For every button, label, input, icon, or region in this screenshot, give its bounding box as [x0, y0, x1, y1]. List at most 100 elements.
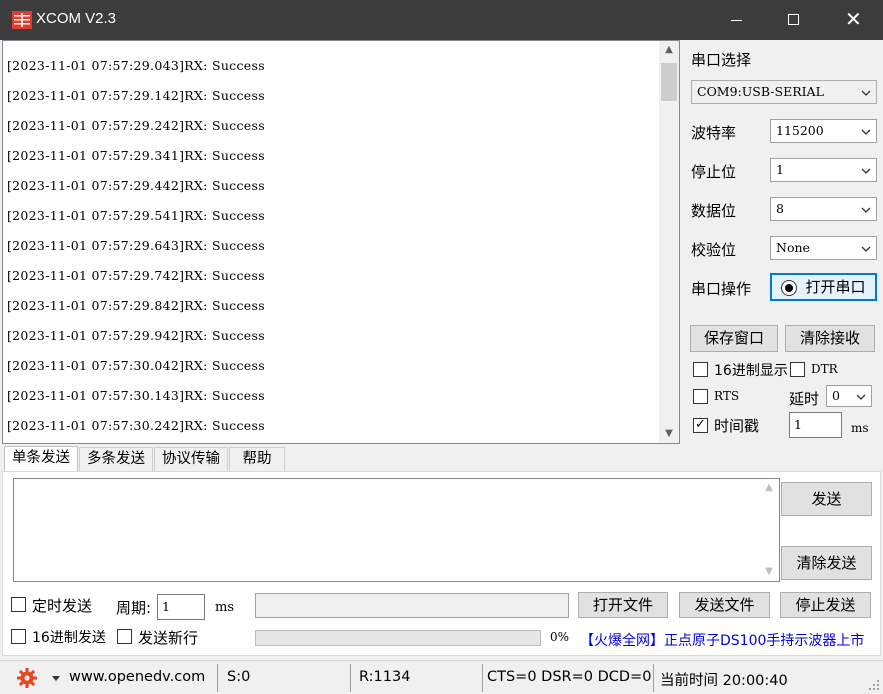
send-textarea[interactable]: [13, 478, 780, 582]
open-port-button[interactable]: 打开串口: [770, 273, 877, 301]
hex-display-checkbox[interactable]: [693, 362, 708, 377]
resize-grip-icon[interactable]: [868, 679, 880, 691]
timestamp-unit-label: ms: [851, 421, 869, 435]
port-op-label: 串口操作: [691, 280, 752, 298]
rx-line: [2023-11-01 07:57:29.842]RX: Success: [7, 298, 265, 313]
chevron-down-icon: [856, 394, 866, 400]
period-unit-label: ms: [215, 600, 234, 615]
hex-send-label: 16进制发送: [32, 630, 106, 646]
window-title: XCOM V2.3: [36, 10, 117, 27]
chevron-down-icon: [861, 129, 871, 135]
delay-select[interactable]: 0: [826, 385, 872, 407]
rx-line: [2023-11-01 07:57:29.942]RX: Success: [7, 328, 265, 343]
timestamp-interval-input[interactable]: 1: [789, 412, 842, 438]
scroll-up-icon[interactable]: ▲: [659, 41, 679, 59]
gear-icon[interactable]: [17, 668, 37, 688]
scroll-down-icon[interactable]: ▼: [659, 425, 679, 443]
chevron-down-icon: [861, 246, 871, 252]
close-button[interactable]: ✕: [828, 0, 876, 40]
send-newline-label: 发送新行: [138, 629, 199, 647]
rx-line: [2023-11-01 07:57:29.442]RX: Success: [7, 178, 265, 193]
rx-line: [2023-11-01 07:57:29.142]RX: Success: [7, 88, 265, 103]
period-label: 周期:: [116, 599, 152, 617]
minimize-icon: [731, 20, 742, 21]
save-window-button[interactable]: 保存窗口: [690, 325, 778, 352]
period-input[interactable]: 1: [157, 594, 205, 620]
rx-line: [2023-11-01 07:57:29.341]RX: Success: [7, 148, 265, 163]
rx-line: [2023-11-01 07:57:30.042]RX: Success: [7, 358, 265, 373]
status-divider: [653, 664, 654, 692]
port-status-radio-icon: [781, 279, 798, 296]
promo-link[interactable]: 【火爆全网】正点原子DS100手持示波器上市: [580, 630, 864, 650]
rx-line: [2023-11-01 07:57:29.643]RX: Success: [7, 238, 265, 253]
tab-help[interactable]: 帮助: [229, 447, 285, 471]
delay-value: 0: [832, 388, 840, 403]
scroll-down-icon[interactable]: ▼: [759, 563, 779, 581]
baud-select[interactable]: 115200: [770, 119, 877, 143]
dtr-checkbox[interactable]: [790, 362, 805, 377]
timestamp-label: 时间戳: [714, 417, 760, 435]
tab-protocol[interactable]: 协议传输: [154, 447, 228, 471]
data-bits-value: 8: [776, 201, 784, 216]
current-time: 当前时间 20:00:40: [660, 673, 788, 689]
rx-line: [2023-11-01 07:57:29.242]RX: Success: [7, 118, 265, 133]
minimize-button[interactable]: [713, 0, 761, 40]
delay-label: 延时: [789, 390, 820, 408]
tab-single-send[interactable]: 单条发送: [4, 446, 78, 472]
sent-count: S:0: [227, 669, 251, 685]
scroll-up-icon[interactable]: ▲: [759, 479, 779, 497]
hex-send-checkbox[interactable]: [11, 629, 26, 644]
parity-value: None: [776, 240, 810, 255]
rx-line: [2023-11-01 07:57:29.541]RX: Success: [7, 208, 265, 223]
stop-bits-label: 停止位: [691, 163, 737, 181]
maximize-button[interactable]: [769, 0, 817, 40]
receive-textarea[interactable]: [2023-11-01 07:57:29.043]RX: Success [20…: [2, 40, 680, 444]
modem-signals: CTS=0 DSR=0 DCD=0: [487, 669, 652, 685]
rts-label: RTS: [714, 389, 740, 403]
send-scrollbar[interactable]: ▲ ▼: [759, 479, 779, 581]
tab-multi-send[interactable]: 多条发送: [79, 447, 153, 471]
send-panel: ▲ ▼: [2, 471, 881, 656]
timed-send-label: 定时发送: [32, 597, 93, 615]
progress-percent: 0%: [550, 630, 570, 644]
hex-display-label: 16进制显示: [714, 363, 788, 379]
rts-checkbox[interactable]: [693, 389, 708, 404]
send-newline-checkbox[interactable]: [117, 629, 132, 644]
open-port-label: 打开串口: [805, 278, 866, 296]
close-icon: ✕: [845, 7, 862, 31]
port-select-value: COM9:USB-SERIAL: [697, 84, 824, 99]
received-count[interactable]: R:1134: [359, 669, 410, 685]
website-link[interactable]: www.openedv.com: [69, 669, 205, 685]
port-select[interactable]: COM9:USB-SERIAL: [691, 80, 877, 104]
chevron-down-icon: [861, 207, 871, 213]
data-bits-label: 数据位: [691, 202, 737, 220]
dtr-label: DTR: [811, 362, 838, 376]
timed-send-checkbox[interactable]: [11, 597, 26, 612]
stop-send-button[interactable]: 停止发送: [780, 592, 871, 618]
clear-receive-button[interactable]: 清除接收: [785, 325, 875, 352]
clear-send-button[interactable]: 清除发送: [781, 546, 872, 580]
data-bits-select[interactable]: 8: [770, 197, 877, 221]
baud-value: 115200: [776, 123, 824, 138]
baud-label: 波特率: [691, 124, 737, 142]
rx-line: [2023-11-01 07:57:30.143]RX: Success: [7, 388, 265, 403]
stop-bits-select[interactable]: 1: [770, 158, 877, 182]
port-select-label: 串口选择: [691, 51, 752, 69]
title-bar[interactable]: XCOM V2.3 ✕: [0, 0, 883, 40]
status-divider: [217, 664, 218, 692]
file-path-input[interactable]: [255, 593, 569, 618]
timestamp-checkbox[interactable]: [693, 417, 708, 433]
parity-select[interactable]: None: [770, 236, 877, 260]
open-file-button[interactable]: 打开文件: [578, 592, 668, 618]
parity-label: 校验位: [691, 241, 737, 259]
send-file-button[interactable]: 发送文件: [679, 592, 770, 618]
app-logo-icon: [12, 11, 32, 29]
chevron-down-icon: [861, 90, 871, 96]
send-button[interactable]: 发送: [781, 482, 872, 516]
rx-line: [2023-11-01 07:57:29.742]RX: Success: [7, 268, 265, 283]
send-progress-bar: [255, 630, 541, 646]
stop-bits-value: 1: [776, 162, 784, 177]
receive-scrollbar[interactable]: ▲ ▼: [659, 41, 679, 443]
scroll-thumb[interactable]: [661, 63, 677, 101]
dropdown-arrow-icon[interactable]: [52, 676, 60, 681]
